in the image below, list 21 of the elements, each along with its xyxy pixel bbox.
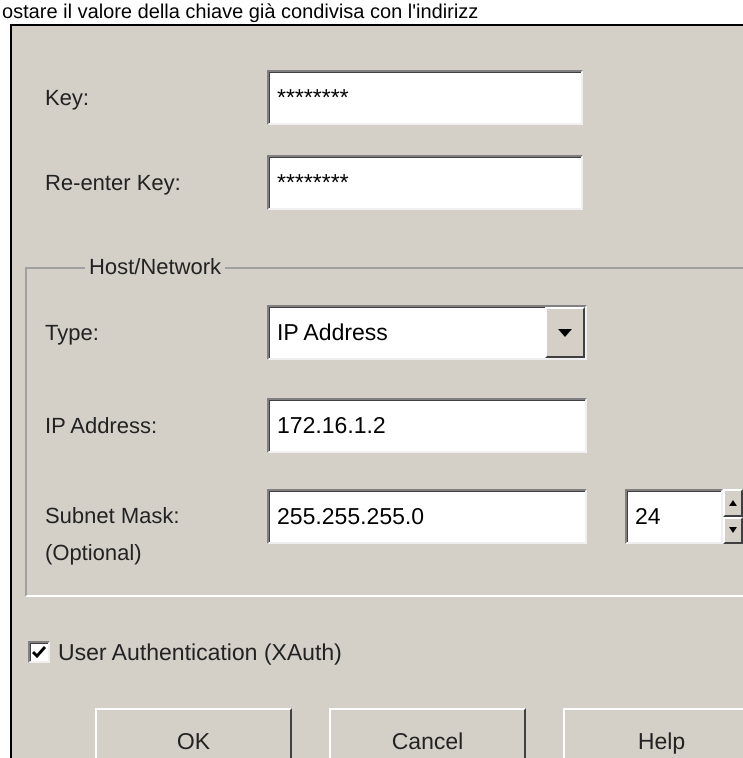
dialog-button[interactable]: OK	[95, 708, 292, 758]
field-label: Type:	[44, 319, 100, 347]
check-icon	[32, 646, 46, 658]
dialog-button[interactable]: Help	[563, 708, 743, 758]
subnet-mask-field[interactable]: 255.255.255.0	[267, 489, 587, 544]
prefix-length-field[interactable]: 24	[625, 489, 723, 544]
field-label: Subnet Mask:	[45, 502, 181, 530]
spinner-control[interactable]	[723, 489, 743, 544]
field-label: Re-enter Key:	[44, 169, 182, 197]
optional-note: (Optional)	[45, 539, 143, 567]
dialog-button[interactable]: Cancel	[329, 708, 526, 758]
ip-address-field[interactable]: 172.16.1.2	[267, 398, 587, 453]
caption-text: ostare il valore della chiave già condivisa con l'indirizz	[1, 0, 480, 24]
type-dropdown[interactable]: IP Address	[267, 305, 587, 360]
dropdown-caret-icon	[545, 307, 585, 358]
field-label: Key:	[44, 84, 90, 112]
checkbox[interactable]	[28, 641, 50, 664]
field-label: IP Address:	[44, 412, 158, 440]
checkbox-label: User Authentication (XAuth)	[58, 638, 342, 667]
password-field[interactable]: ********	[267, 70, 583, 125]
password-field[interactable]: ********	[267, 155, 583, 210]
